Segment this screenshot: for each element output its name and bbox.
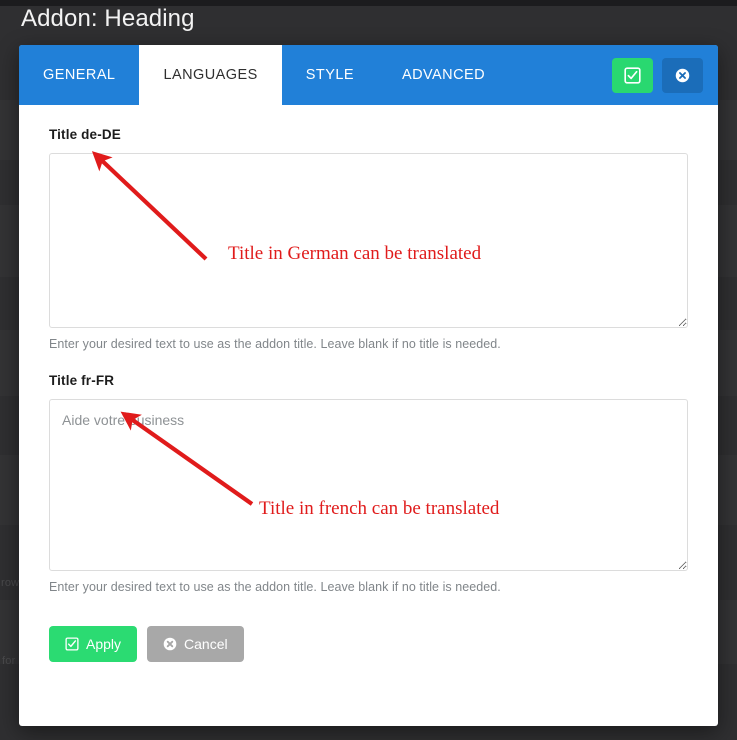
tab-bar-actions (612, 45, 718, 105)
save-addon-button[interactable] (612, 57, 653, 93)
backdrop-ghost-text: row (1, 577, 20, 589)
tab-bar: GENERAL LANGUAGES STYLE ADVANCED (19, 45, 718, 105)
label-title-de: Title de-DE (49, 127, 121, 142)
times-circle-icon (675, 68, 690, 83)
times-circle-icon (163, 637, 177, 651)
tab-style[interactable]: STYLE (281, 45, 378, 105)
page-title: Addon: Heading (21, 5, 195, 32)
addon-settings-modal: GENERAL LANGUAGES STYLE ADVANCED Title d… (19, 45, 718, 726)
cancel-button[interactable]: Cancel (147, 626, 244, 662)
check-square-icon (65, 637, 79, 651)
tab-general[interactable]: GENERAL (19, 45, 140, 105)
help-title-de: Enter your desired text to use as the ad… (49, 337, 501, 351)
tab-languages[interactable]: LANGUAGES (139, 45, 282, 105)
tab-bar-spacer (509, 45, 612, 105)
apply-button-label: Apply (86, 636, 122, 652)
close-modal-button[interactable] (662, 57, 703, 93)
field-title-fr: Title fr-FR Enter your desired text to u… (49, 373, 688, 594)
languages-form: Title de-DE Enter your desired text to u… (19, 105, 718, 594)
check-square-icon (624, 66, 641, 84)
modal-footer: Apply Cancel (19, 616, 718, 662)
title-fr-textarea[interactable] (49, 399, 688, 571)
title-de-textarea[interactable] (49, 153, 688, 328)
help-title-fr: Enter your desired text to use as the ad… (49, 580, 501, 594)
cancel-button-label: Cancel (184, 636, 228, 652)
tab-advanced[interactable]: ADVANCED (377, 45, 510, 105)
backdrop-ghost-text: for (2, 655, 16, 667)
apply-button[interactable]: Apply (49, 626, 138, 662)
label-title-fr: Title fr-FR (49, 373, 115, 388)
field-title-de: Title de-DE Enter your desired text to u… (49, 127, 688, 351)
